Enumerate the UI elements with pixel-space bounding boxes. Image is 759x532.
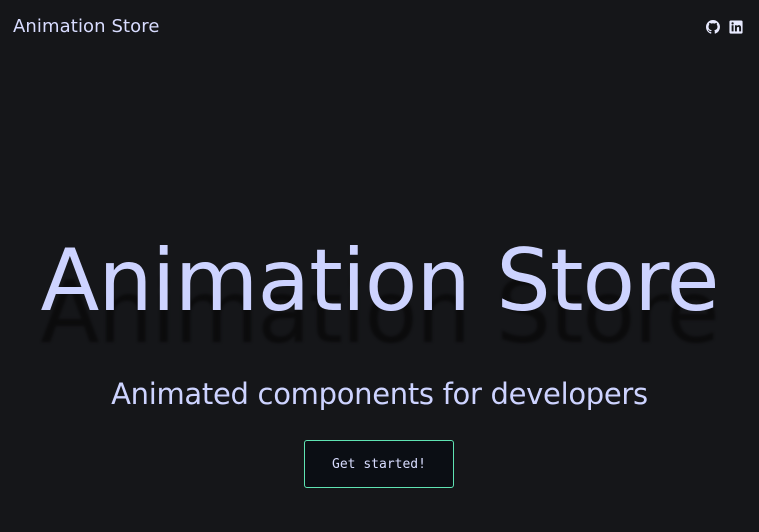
get-started-button[interactable]: Get started! [304,440,454,488]
hero-title: Animation Store [40,231,719,331]
hero-subtitle: Animated components for developers [111,377,648,411]
hero-title-container: Animation Store Animation Store [0,226,759,363]
hero-section: Animation Store Animation Store Animated… [0,0,759,532]
